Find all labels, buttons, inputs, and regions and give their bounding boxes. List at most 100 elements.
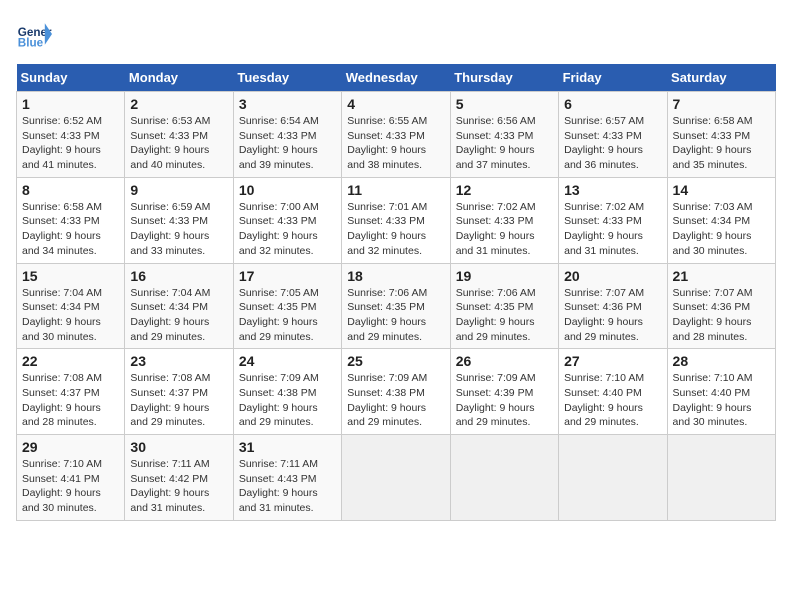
calendar-day-20: 20 Sunrise: 7:07 AMSunset: 4:36 PMDayligh…: [559, 263, 667, 349]
calendar-day-27: 27 Sunrise: 7:10 AMSunset: 4:40 PMDayligh…: [559, 349, 667, 435]
calendar-week-row: 29 Sunrise: 7:10 AMSunset: 4:41 PMDayligh…: [17, 435, 776, 521]
day-number: 6: [564, 96, 661, 112]
day-number: 9: [130, 182, 227, 198]
calendar-empty-cell: [667, 435, 775, 521]
calendar-day-7: 7 Sunrise: 6:58 AMSunset: 4:33 PMDaylight…: [667, 92, 775, 178]
day-detail: Sunrise: 6:58 AMSunset: 4:33 PMDaylight:…: [673, 115, 753, 171]
day-detail: Sunrise: 6:56 AMSunset: 4:33 PMDaylight:…: [456, 115, 536, 171]
calendar-day-15: 15Sunrise: 7:04 AMSunset: 4:34 PMDayligh…: [17, 263, 125, 349]
day-detail: Sunrise: 7:05 AMSunset: 4:35 PMDaylight:…: [239, 287, 319, 343]
calendar-empty-cell: [342, 435, 450, 521]
day-detail: Sunrise: 7:02 AMSunset: 4:33 PMDaylight:…: [456, 201, 536, 257]
day-number: 24: [239, 353, 336, 369]
calendar-day-9: 9 Sunrise: 6:59 AMSunset: 4:33 PMDaylight…: [125, 177, 233, 263]
day-number: 21: [673, 268, 770, 284]
calendar-day-2: 2 Sunrise: 6:53 AMSunset: 4:33 PMDaylight…: [125, 92, 233, 178]
day-detail: Sunrise: 7:03 AMSunset: 4:34 PMDaylight:…: [673, 201, 753, 257]
day-detail: Sunrise: 6:58 AMSunset: 4:33 PMDaylight:…: [22, 201, 102, 257]
day-detail: Sunrise: 7:06 AMSunset: 4:35 PMDaylight:…: [347, 287, 427, 343]
day-detail: Sunrise: 7:04 AMSunset: 4:34 PMDaylight:…: [130, 287, 210, 343]
day-detail: Sunrise: 7:10 AMSunset: 4:40 PMDaylight:…: [673, 372, 753, 428]
day-detail: Sunrise: 6:57 AMSunset: 4:33 PMDaylight:…: [564, 115, 644, 171]
calendar-day-23: 23 Sunrise: 7:08 AMSunset: 4:37 PMDayligh…: [125, 349, 233, 435]
day-detail: Sunrise: 7:02 AMSunset: 4:33 PMDaylight:…: [564, 201, 644, 257]
calendar-day-5: 5 Sunrise: 6:56 AMSunset: 4:33 PMDaylight…: [450, 92, 558, 178]
day-number: 5: [456, 96, 553, 112]
day-number: 27: [564, 353, 661, 369]
weekday-thursday: Thursday: [450, 64, 558, 92]
calendar-empty-cell: [450, 435, 558, 521]
calendar-day-6: 6 Sunrise: 6:57 AMSunset: 4:33 PMDaylight…: [559, 92, 667, 178]
day-detail: Sunrise: 7:10 AMSunset: 4:40 PMDaylight:…: [564, 372, 644, 428]
day-number: 28: [673, 353, 770, 369]
day-number: 25: [347, 353, 444, 369]
header: General Blue: [16, 16, 776, 52]
day-number: 4: [347, 96, 444, 112]
day-number: 8: [22, 182, 119, 198]
calendar-day-26: 26Sunrise: 7:09 AMSunset: 4:39 PMDayligh…: [450, 349, 558, 435]
day-number: 29: [22, 439, 119, 455]
weekday-sunday: Sunday: [17, 64, 125, 92]
day-detail: Sunrise: 7:11 AMSunset: 4:42 PMDaylight:…: [130, 458, 209, 514]
day-number: 11: [347, 182, 444, 198]
day-detail: Sunrise: 7:10 AMSunset: 4:41 PMDaylight:…: [22, 458, 102, 514]
calendar-week-row: 22 Sunrise: 7:08 AMSunset: 4:37 PMDayligh…: [17, 349, 776, 435]
day-detail: Sunrise: 6:53 AMSunset: 4:33 PMDaylight:…: [130, 115, 210, 171]
calendar-day-11: 11 Sunrise: 7:01 AMSunset: 4:33 PMDayligh…: [342, 177, 450, 263]
calendar-week-row: 8 Sunrise: 6:58 AMSunset: 4:33 PMDaylight…: [17, 177, 776, 263]
day-number: 30: [130, 439, 227, 455]
day-detail: Sunrise: 7:01 AMSunset: 4:33 PMDaylight:…: [347, 201, 427, 257]
weekday-row: SundayMondayTuesdayWednesdayThursdayFrid…: [17, 64, 776, 92]
calendar-day-28: 28 Sunrise: 7:10 AMSunset: 4:40 PMDayligh…: [667, 349, 775, 435]
calendar-day-18: 18Sunrise: 7:06 AMSunset: 4:35 PMDayligh…: [342, 263, 450, 349]
weekday-tuesday: Tuesday: [233, 64, 341, 92]
calendar-day-3: 3Sunrise: 6:54 AMSunset: 4:33 PMDaylight…: [233, 92, 341, 178]
calendar-day-31: 31 Sunrise: 7:11 AMSunset: 4:43 PMDayligh…: [233, 435, 341, 521]
day-number: 19: [456, 268, 553, 284]
day-number: 22: [22, 353, 119, 369]
calendar-day-8: 8 Sunrise: 6:58 AMSunset: 4:33 PMDaylight…: [17, 177, 125, 263]
calendar-empty-cell: [559, 435, 667, 521]
svg-text:Blue: Blue: [18, 37, 44, 50]
calendar-day-16: 16 Sunrise: 7:04 AMSunset: 4:34 PMDayligh…: [125, 263, 233, 349]
day-detail: Sunrise: 7:09 AMSunset: 4:38 PMDaylight:…: [239, 372, 319, 428]
calendar-day-10: 10Sunrise: 7:00 AMSunset: 4:33 PMDayligh…: [233, 177, 341, 263]
day-detail: Sunrise: 7:00 AMSunset: 4:33 PMDaylight:…: [239, 201, 319, 257]
day-number: 23: [130, 353, 227, 369]
day-number: 16: [130, 268, 227, 284]
day-number: 31: [239, 439, 336, 455]
calendar-week-row: 15Sunrise: 7:04 AMSunset: 4:34 PMDayligh…: [17, 263, 776, 349]
calendar-day-12: 12 Sunrise: 7:02 AMSunset: 4:33 PMDayligh…: [450, 177, 558, 263]
calendar-header: SundayMondayTuesdayWednesdayThursdayFrid…: [17, 64, 776, 92]
calendar-day-13: 13Sunrise: 7:02 AMSunset: 4:33 PMDayligh…: [559, 177, 667, 263]
day-number: 7: [673, 96, 770, 112]
day-number: 2: [130, 96, 227, 112]
day-detail: Sunrise: 7:08 AMSunset: 4:37 PMDaylight:…: [130, 372, 210, 428]
calendar-table: SundayMondayTuesdayWednesdayThursdayFrid…: [16, 64, 776, 521]
weekday-monday: Monday: [125, 64, 233, 92]
day-number: 20: [564, 268, 661, 284]
calendar-day-22: 22Sunrise: 7:08 AMSunset: 4:37 PMDayligh…: [17, 349, 125, 435]
calendar-day-1: 1Sunrise: 6:52 AMSunset: 4:33 PMDaylight…: [17, 92, 125, 178]
calendar-day-17: 17Sunrise: 7:05 AMSunset: 4:35 PMDayligh…: [233, 263, 341, 349]
day-number: 3: [239, 96, 336, 112]
day-detail: Sunrise: 6:59 AMSunset: 4:33 PMDaylight:…: [130, 201, 210, 257]
day-detail: Sunrise: 7:09 AMSunset: 4:39 PMDaylight:…: [456, 372, 536, 428]
day-detail: Sunrise: 7:07 AMSunset: 4:36 PMDaylight:…: [564, 287, 644, 343]
logo-icon: General Blue: [16, 16, 52, 52]
calendar-day-4: 4 Sunrise: 6:55 AMSunset: 4:33 PMDaylight…: [342, 92, 450, 178]
day-detail: Sunrise: 7:07 AMSunset: 4:36 PMDaylight:…: [673, 287, 753, 343]
calendar-day-30: 30 Sunrise: 7:11 AMSunset: 4:42 PMDayligh…: [125, 435, 233, 521]
calendar-week-row: 1Sunrise: 6:52 AMSunset: 4:33 PMDaylight…: [17, 92, 776, 178]
calendar-day-24: 24 Sunrise: 7:09 AMSunset: 4:38 PMDayligh…: [233, 349, 341, 435]
weekday-wednesday: Wednesday: [342, 64, 450, 92]
day-number: 12: [456, 182, 553, 198]
weekday-saturday: Saturday: [667, 64, 775, 92]
day-detail: Sunrise: 6:55 AMSunset: 4:33 PMDaylight:…: [347, 115, 427, 171]
logo: General Blue: [16, 16, 56, 52]
day-number: 1: [22, 96, 119, 112]
weekday-friday: Friday: [559, 64, 667, 92]
calendar-body: 1Sunrise: 6:52 AMSunset: 4:33 PMDaylight…: [17, 92, 776, 521]
day-detail: Sunrise: 7:04 AMSunset: 4:34 PMDaylight:…: [22, 287, 102, 343]
day-detail: Sunrise: 7:11 AMSunset: 4:43 PMDaylight:…: [239, 458, 318, 514]
